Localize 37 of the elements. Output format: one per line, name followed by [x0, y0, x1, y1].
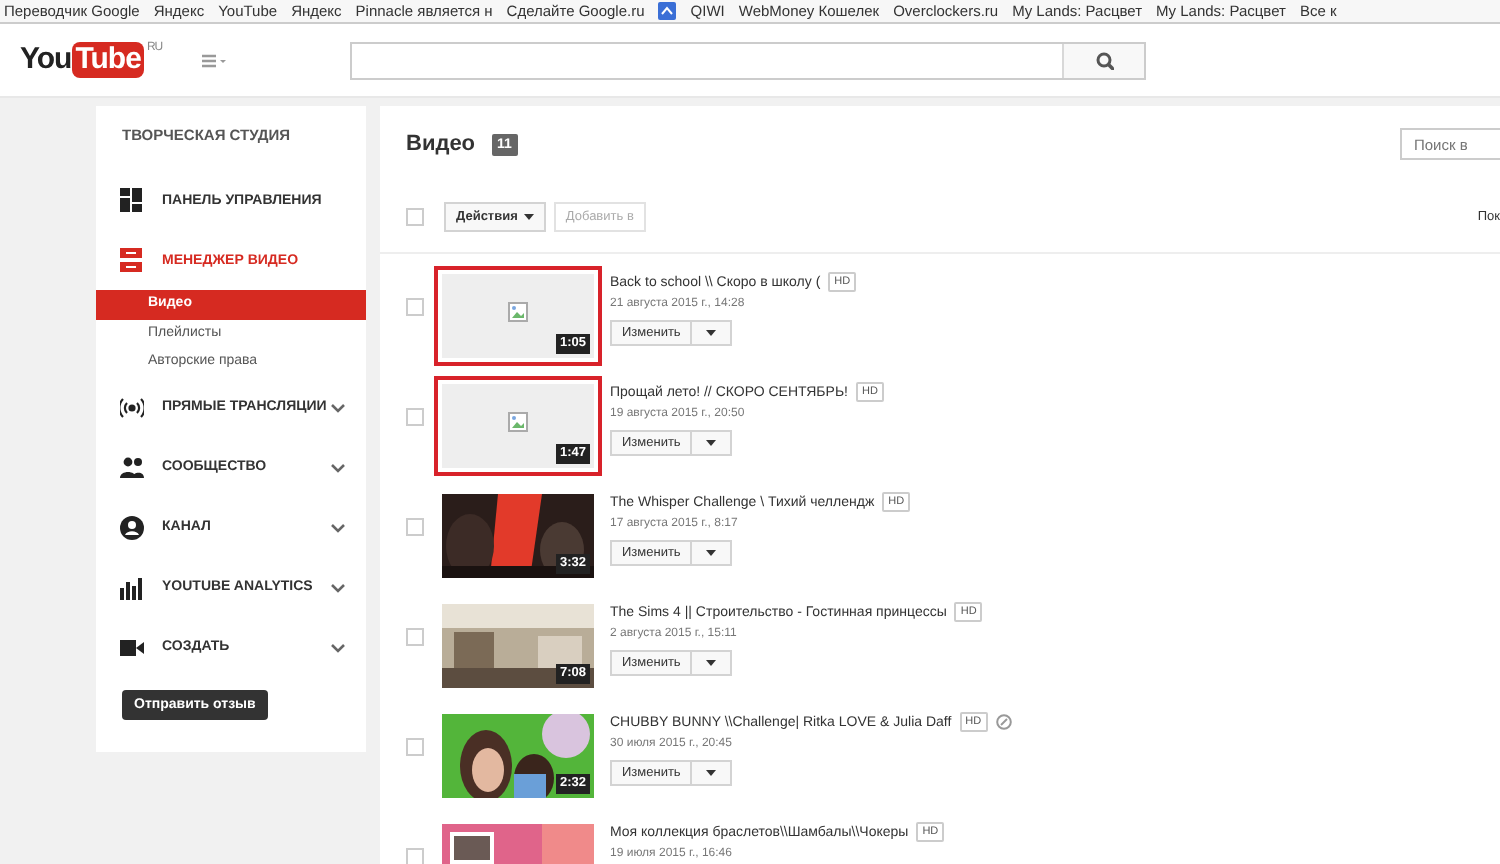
dropdown-button[interactable] — [692, 540, 733, 566]
row-checkbox[interactable] — [406, 518, 424, 536]
dropdown-button[interactable] — [692, 650, 733, 676]
search-icon — [1095, 51, 1114, 69]
dashboard-icon — [120, 188, 144, 212]
select-all-checkbox[interactable] — [406, 207, 424, 225]
chevron-down-icon[interactable] — [330, 401, 346, 413]
caret-icon — [706, 440, 717, 446]
row-checkbox[interactable] — [406, 298, 424, 316]
dropdown-button[interactable] — [692, 760, 733, 786]
caret-icon — [706, 550, 717, 556]
chevron-down-icon[interactable] — [330, 461, 346, 473]
bookmark-icon[interactable] — [658, 2, 677, 20]
caret-icon — [706, 770, 717, 776]
people-icon — [120, 455, 144, 479]
bar-chart-icon — [120, 575, 144, 599]
search-button[interactable] — [1062, 43, 1145, 77]
menu-icon[interactable] — [202, 53, 227, 67]
chevron-down-icon[interactable] — [330, 581, 346, 593]
person-icon — [120, 515, 144, 539]
page-title: Видео — [406, 132, 476, 156]
caret-icon — [523, 213, 534, 219]
broken-image-icon — [508, 302, 528, 322]
search-field[interactable] — [350, 41, 1147, 79]
dropdown-button[interactable] — [692, 320, 733, 346]
caret-icon — [706, 660, 717, 666]
chevron-down-icon[interactable] — [330, 641, 346, 653]
row-checkbox[interactable] — [406, 628, 424, 646]
row-checkbox[interactable] — [406, 738, 424, 756]
row-checkbox[interactable] — [406, 848, 424, 864]
caret-icon — [706, 330, 717, 336]
row-checkbox[interactable] — [406, 408, 424, 426]
broadcast-icon — [120, 395, 144, 419]
dropdown-button[interactable] — [692, 430, 733, 456]
broken-image-icon — [508, 412, 528, 432]
chevron-down-icon[interactable] — [330, 521, 346, 533]
video-camera-icon — [120, 635, 144, 659]
